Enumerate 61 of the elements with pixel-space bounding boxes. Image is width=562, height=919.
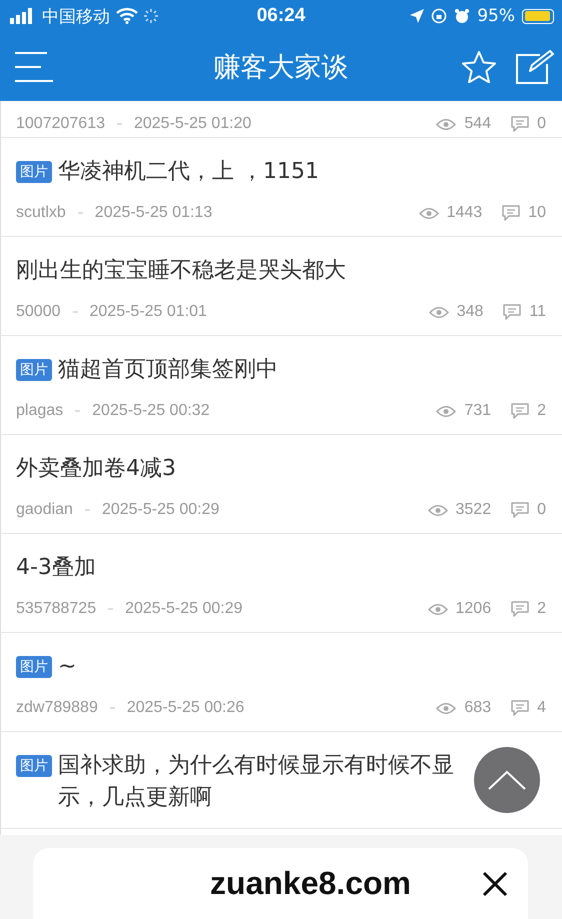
star-icon[interactable] [462, 50, 496, 82]
carrier-name: 中国移动 [42, 6, 110, 28]
eye-icon [436, 118, 456, 130]
eye-icon [436, 404, 456, 418]
reply-count: 0 [537, 501, 546, 519]
loading-icon [144, 9, 158, 23]
comment-icon [502, 205, 520, 221]
post-time: 2025-5-25 00:32 [92, 402, 210, 420]
post-time: 2025-5-25 00:26 [126, 699, 244, 717]
reply-count: 10 [528, 204, 546, 222]
post-time: 2025-5-25 01:01 [90, 303, 207, 321]
clock-time: 06:24 [256, 5, 306, 27]
post-time: 2025-5-25 01:13 [94, 204, 212, 222]
page-title: 赚客大家谈 [214, 50, 348, 84]
view-count: 683 [464, 699, 492, 717]
reply-count: 2 [537, 600, 546, 618]
post-time: 2025-5-25 00:29 [102, 501, 220, 519]
wifi-icon [116, 8, 138, 24]
view-count: 3522 [456, 501, 492, 519]
comment-icon [511, 601, 530, 617]
eye-icon [436, 702, 456, 714]
comment-icon [511, 403, 530, 419]
post-title[interactable]: 华凌神机二代，上 ，1151 [58, 156, 319, 188]
battery-icon [522, 8, 554, 24]
view-count: 1206 [456, 600, 492, 618]
post-title[interactable]: 刚出生的宝宝睡不稳老是哭头都大 [16, 255, 346, 287]
post-title[interactable]: 猫超首页顶部集签刚中 [58, 354, 278, 386]
comment-icon [511, 116, 530, 132]
post-title[interactable]: 4-3叠加 [16, 552, 96, 584]
reply-count: 0 [537, 115, 546, 133]
image-tag: 图片 [16, 359, 52, 381]
close-icon[interactable] [482, 870, 508, 896]
address-bar[interactable]: zuanke8.com [33, 848, 528, 919]
url-text: zuanke8.com [210, 865, 411, 902]
menu-icon[interactable] [14, 52, 54, 82]
view-count: 544 [464, 115, 492, 133]
eye-icon [428, 504, 448, 516]
post-time: 2025-5-25 00:29 [125, 600, 243, 618]
location-icon [410, 9, 424, 23]
image-tag: 图片 [16, 656, 52, 678]
view-count: 348 [456, 303, 484, 321]
reply-count: 11 [529, 303, 546, 321]
post-title[interactable]: 外卖叠加卷4减3 [16, 453, 176, 485]
image-tag: 图片 [16, 755, 52, 777]
comment-icon [511, 700, 530, 716]
post-title[interactable]: ~ [58, 651, 76, 683]
eye-icon [428, 306, 449, 318]
comment-icon [511, 502, 530, 518]
comment-icon [503, 304, 522, 320]
reply-count: 2 [537, 402, 546, 420]
image-tag: 图片 [16, 161, 52, 183]
eye-icon [418, 206, 439, 220]
post-time: 2025-5-25 01:20 [134, 115, 252, 133]
compose-icon[interactable] [516, 50, 554, 84]
post-title[interactable]: 国补求助，为什么有时候显示有时候不显示，几点更新啊 [58, 750, 466, 814]
battery-percent: 95% [477, 6, 515, 26]
eye-icon [428, 602, 448, 616]
chevron-up-icon [487, 769, 527, 791]
reply-count: 4 [537, 699, 546, 717]
view-count: 731 [464, 402, 492, 420]
view-count: 1443 [446, 204, 482, 222]
